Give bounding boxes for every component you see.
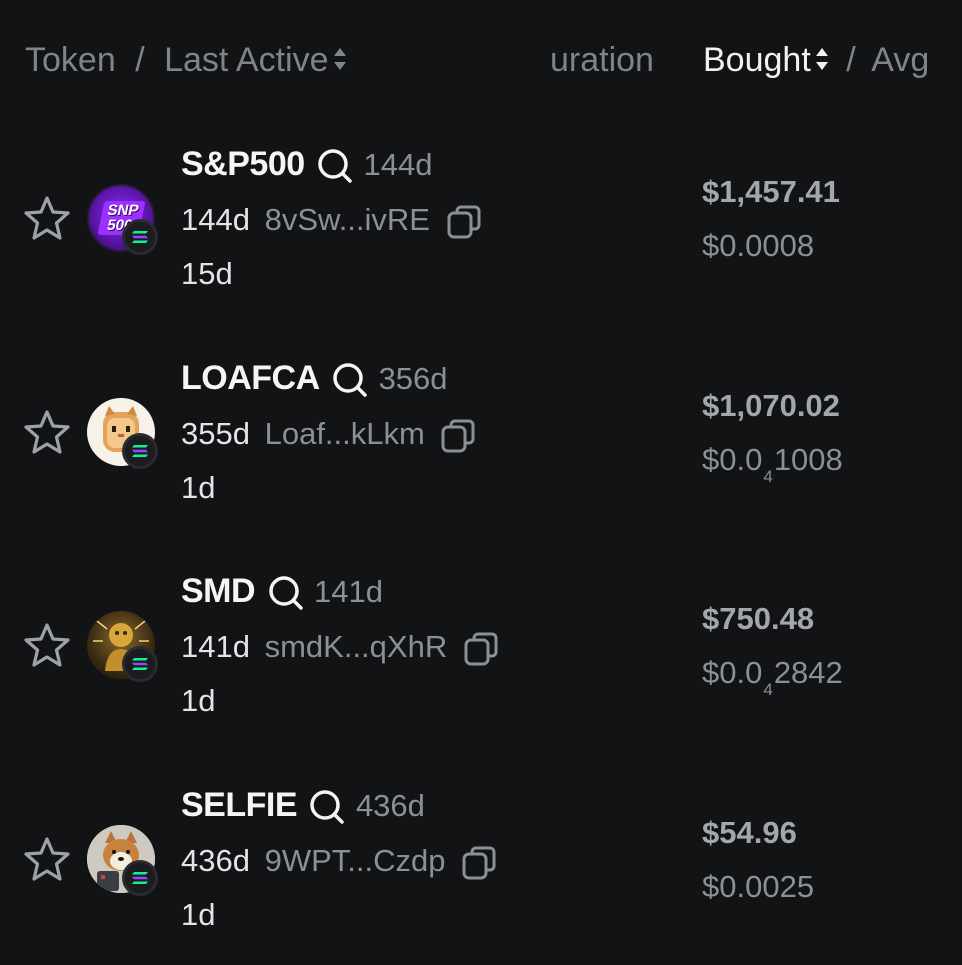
holding-age: 141d <box>181 629 250 664</box>
token-address[interactable]: smdK...qXhR <box>265 629 448 664</box>
bought-value: $750.48 <box>702 601 815 636</box>
token-address[interactable]: 9WPT...Czdp <box>265 843 446 878</box>
token-symbol[interactable]: LOAFCA <box>181 359 320 397</box>
star-outline-icon[interactable] <box>22 408 72 458</box>
last-active: 1d <box>181 897 216 932</box>
copy-icon[interactable] <box>462 630 500 668</box>
solana-icon <box>122 646 158 682</box>
token-age: 436d <box>355 788 425 823</box>
column-header-bought[interactable]: Bought / Avg <box>703 40 929 80</box>
solana-icon <box>122 219 158 255</box>
column-header-token[interactable]: Token / Last Active <box>25 40 347 80</box>
avatar <box>87 825 158 896</box>
avg-price: $0.041008 <box>702 442 843 486</box>
table-header: Token / Last Active uration Bought / Avg <box>0 0 962 120</box>
bought-value: $1,070.02 <box>702 388 840 423</box>
search-icon[interactable] <box>267 574 305 612</box>
bought-value: $1,457.41 <box>702 174 840 209</box>
token-age: 141d <box>313 574 383 609</box>
copy-icon[interactable] <box>460 844 498 882</box>
avatar <box>87 611 158 682</box>
sort-icon[interactable] <box>333 46 347 72</box>
token-age: 144d <box>363 147 433 182</box>
avatar: SNP 500 <box>87 184 158 255</box>
token-address[interactable]: 8vSw...ivRE <box>265 202 430 237</box>
search-icon[interactable] <box>331 361 369 399</box>
avg-header-label: Avg <box>871 41 930 79</box>
holding-age: 144d <box>181 202 250 237</box>
token-age: 356d <box>378 361 448 396</box>
token-symbol[interactable]: S&P500 <box>181 145 305 183</box>
search-icon[interactable] <box>316 147 354 185</box>
holding-age: 436d <box>181 843 250 878</box>
last-active: 1d <box>181 470 216 505</box>
avg-price: $0.0025 <box>702 869 815 904</box>
holding-age: 355d <box>181 416 250 451</box>
token-symbol[interactable]: SELFIE <box>181 786 298 824</box>
token-header-label: Token <box>25 41 116 79</box>
table-row[interactable]: SMD 141d 141d smdK...qXhR 1d $750.48 $0.… <box>0 537 962 751</box>
copy-icon[interactable] <box>439 417 477 455</box>
last-active: 15d <box>181 256 233 291</box>
table-row[interactable]: SELFIE 436d 436d 9WPT...Czdp 1d $54.96 $… <box>0 751 962 965</box>
sort-icon[interactable] <box>815 46 829 72</box>
token-symbol[interactable]: SMD <box>181 572 256 610</box>
avg-price: $0.042842 <box>702 655 843 699</box>
solana-icon <box>122 860 158 896</box>
star-outline-icon[interactable] <box>22 194 72 244</box>
last-active: 1d <box>181 683 216 718</box>
table-row[interactable]: LOAFCA 356d 355d Loaf...kLkm 1d $1,070.0… <box>0 324 962 538</box>
bought-header-label: Bought <box>703 41 811 79</box>
copy-icon[interactable] <box>445 203 483 241</box>
bought-value: $54.96 <box>702 815 797 850</box>
star-outline-icon[interactable] <box>22 835 72 885</box>
search-icon[interactable] <box>308 788 346 826</box>
table-row[interactable]: SNP 500 S&P500 144d 144d 8vSw...ivRE 15d… <box>0 110 962 324</box>
avatar <box>87 398 158 469</box>
solana-icon <box>122 433 158 469</box>
token-address[interactable]: Loaf...kLkm <box>265 416 425 451</box>
avg-price: $0.0008 <box>702 228 815 263</box>
last-active-header-label: Last Active <box>164 41 329 79</box>
star-outline-icon[interactable] <box>22 621 72 671</box>
column-header-duration[interactable]: uration <box>550 40 654 80</box>
